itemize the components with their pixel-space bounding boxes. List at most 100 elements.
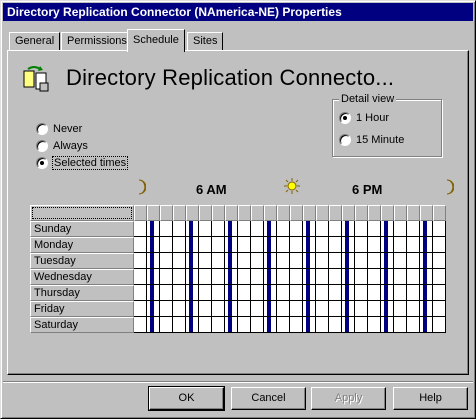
schedule-cell[interactable] (147, 269, 160, 285)
radio-button[interactable] (36, 157, 48, 170)
hour-column-header[interactable] (264, 205, 277, 221)
schedule-cell[interactable] (316, 221, 329, 237)
schedule-cell[interactable] (186, 301, 199, 317)
hour-column-header[interactable] (147, 205, 160, 221)
radio-button[interactable] (339, 112, 351, 125)
schedule-cell[interactable] (381, 317, 394, 333)
schedule-cell[interactable] (199, 253, 212, 269)
schedule-cell[interactable] (173, 317, 186, 333)
schedule-cell[interactable] (264, 253, 277, 269)
schedule-cell[interactable] (251, 237, 264, 253)
schedule-cell[interactable] (290, 269, 303, 285)
hour-column-header[interactable] (160, 205, 173, 221)
schedule-cell[interactable] (160, 253, 173, 269)
schedule-cell[interactable] (251, 285, 264, 301)
schedule-cell[interactable] (381, 301, 394, 317)
schedule-cell[interactable] (433, 237, 446, 253)
schedule-cell[interactable] (147, 317, 160, 333)
hour-column-header[interactable] (134, 205, 147, 221)
day-row-header[interactable]: Tuesday (30, 253, 134, 269)
day-row-header[interactable]: Saturday (30, 317, 134, 333)
schedule-cell[interactable] (212, 285, 225, 301)
schedule-cell[interactable] (394, 301, 407, 317)
schedule-cell[interactable] (303, 269, 316, 285)
schedule-cell[interactable] (342, 253, 355, 269)
radio-never[interactable]: Never (36, 123, 82, 139)
schedule-cell[interactable] (277, 269, 290, 285)
schedule-cell[interactable] (433, 301, 446, 317)
schedule-cell[interactable] (251, 253, 264, 269)
schedule-cell[interactable] (303, 301, 316, 317)
schedule-cell[interactable] (238, 221, 251, 237)
schedule-cell[interactable] (160, 301, 173, 317)
schedule-cell[interactable] (147, 301, 160, 317)
schedule-cell[interactable] (420, 301, 433, 317)
schedule-cell[interactable] (394, 237, 407, 253)
schedule-cell[interactable] (212, 269, 225, 285)
schedule-cell[interactable] (225, 285, 238, 301)
hour-column-header[interactable] (277, 205, 290, 221)
schedule-cell[interactable] (420, 221, 433, 237)
schedule-cell[interactable] (186, 317, 199, 333)
schedule-cell[interactable] (186, 285, 199, 301)
radio-button[interactable] (339, 134, 351, 147)
schedule-cell[interactable] (160, 285, 173, 301)
schedule-cell[interactable] (316, 301, 329, 317)
schedule-cell[interactable] (238, 317, 251, 333)
schedule-cell[interactable] (368, 301, 381, 317)
schedule-cell[interactable] (329, 269, 342, 285)
schedule-cell[interactable] (316, 237, 329, 253)
schedule-cell[interactable] (160, 221, 173, 237)
schedule-cell[interactable] (277, 317, 290, 333)
radio-15-minute[interactable]: 15 Minute (339, 134, 404, 150)
schedule-cell[interactable] (433, 317, 446, 333)
schedule-cell[interactable] (407, 237, 420, 253)
schedule-cell[interactable] (290, 317, 303, 333)
schedule-cell[interactable] (381, 269, 394, 285)
schedule-cell[interactable] (303, 317, 316, 333)
schedule-cell[interactable] (342, 269, 355, 285)
schedule-cell[interactable] (381, 253, 394, 269)
hour-column-header[interactable] (303, 205, 316, 221)
hour-column-header[interactable] (225, 205, 238, 221)
hour-column-header[interactable] (199, 205, 212, 221)
schedule-cell[interactable] (316, 317, 329, 333)
schedule-cell[interactable] (186, 237, 199, 253)
schedule-cell[interactable] (433, 221, 446, 237)
schedule-cell[interactable] (368, 269, 381, 285)
schedule-cell[interactable] (342, 301, 355, 317)
schedule-cell[interactable] (355, 269, 368, 285)
hour-column-header[interactable] (342, 205, 355, 221)
schedule-cell[interactable] (173, 285, 186, 301)
tab-sites[interactable]: Sites (187, 32, 224, 51)
schedule-cell[interactable] (251, 269, 264, 285)
hour-column-header[interactable] (407, 205, 420, 221)
schedule-cell[interactable] (186, 269, 199, 285)
radio-button[interactable] (36, 123, 48, 136)
schedule-cell[interactable] (134, 269, 147, 285)
hour-column-header[interactable] (394, 205, 407, 221)
schedule-cell[interactable] (329, 301, 342, 317)
schedule-cell[interactable] (277, 285, 290, 301)
help-button[interactable]: Help (393, 387, 468, 410)
schedule-cell[interactable] (238, 253, 251, 269)
schedule-cell[interactable] (173, 269, 186, 285)
schedule-cell[interactable] (407, 317, 420, 333)
schedule-cell[interactable] (199, 237, 212, 253)
schedule-cell[interactable] (394, 221, 407, 237)
schedule-cell[interactable] (199, 221, 212, 237)
schedule-cell[interactable] (420, 237, 433, 253)
schedule-cell[interactable] (342, 237, 355, 253)
schedule-cell[interactable] (329, 253, 342, 269)
schedule-cell[interactable] (329, 317, 342, 333)
schedule-cell[interactable] (277, 221, 290, 237)
schedule-cell[interactable] (199, 317, 212, 333)
schedule-cell[interactable] (329, 285, 342, 301)
schedule-cell[interactable] (264, 317, 277, 333)
schedule-cell[interactable] (225, 253, 238, 269)
schedule-cell[interactable] (199, 285, 212, 301)
schedule-cell[interactable] (212, 301, 225, 317)
schedule-cell[interactable] (264, 301, 277, 317)
schedule-cell[interactable] (160, 317, 173, 333)
schedule-cell[interactable] (134, 317, 147, 333)
